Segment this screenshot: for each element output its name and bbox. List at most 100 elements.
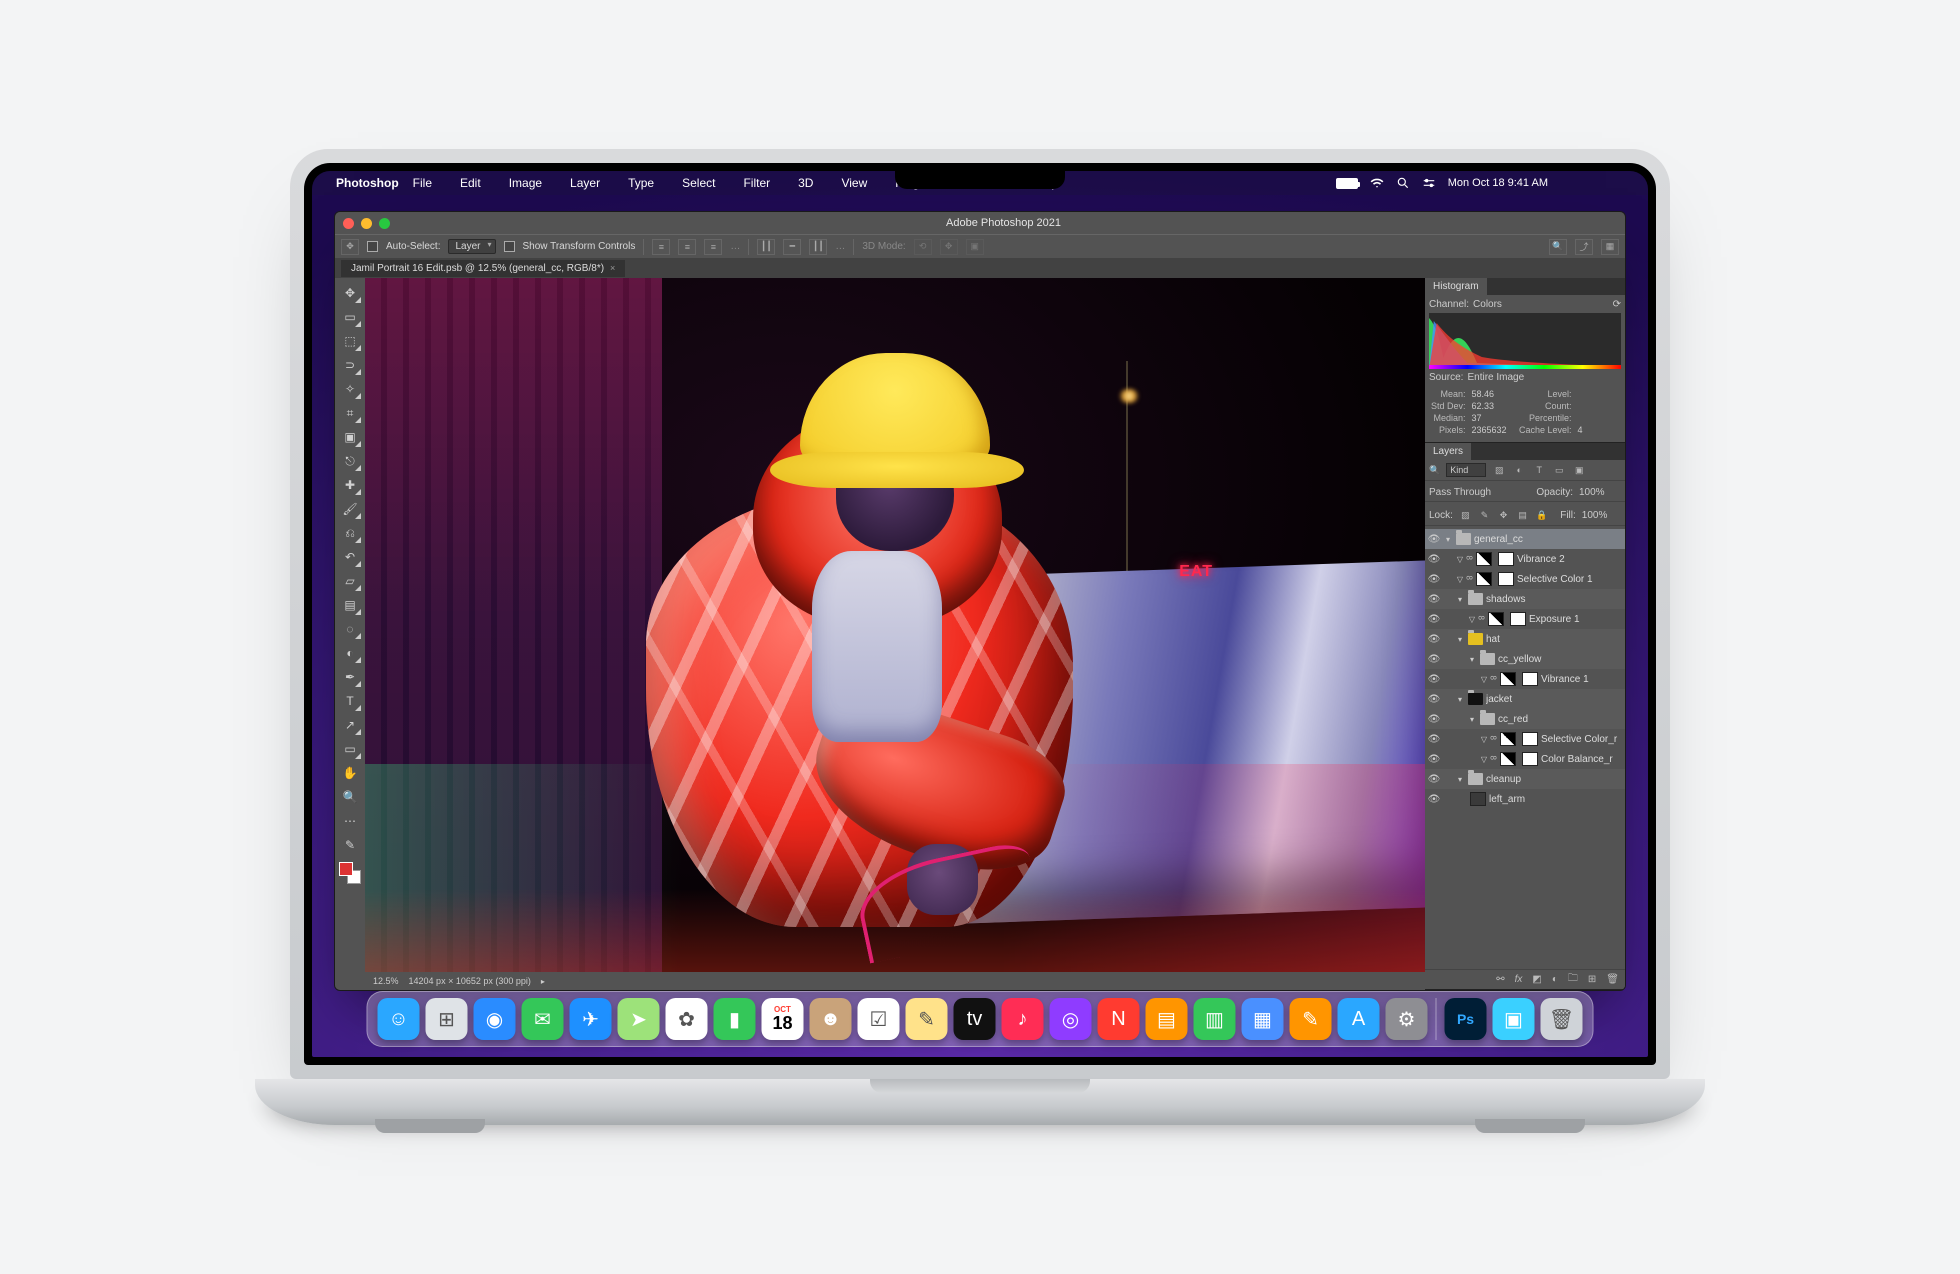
type-tool[interactable]: T xyxy=(338,690,362,712)
document-dimensions[interactable]: 14204 px × 10652 px (300 ppi) xyxy=(409,976,531,986)
layer-name[interactable]: jacket xyxy=(1486,694,1625,705)
new-adjustment-icon[interactable]: ◐ xyxy=(1552,974,1558,985)
menu-type[interactable]: Type xyxy=(628,176,654,190)
layer-name[interactable]: left_arm xyxy=(1489,794,1625,805)
dock-calendar[interactable]: OCT18 xyxy=(762,998,804,1040)
filter-shape-icon[interactable]: ▭ xyxy=(1552,463,1566,477)
adjustment-thumb[interactable] xyxy=(1500,752,1516,766)
filter-type-icon[interactable]: T xyxy=(1532,463,1546,477)
histogram-panel[interactable]: Histogram Channel: Colors ⟳ xyxy=(1425,278,1625,443)
histogram-graph[interactable] xyxy=(1429,313,1621,369)
menu-filter[interactable]: Filter xyxy=(743,176,770,190)
auto-select-mode[interactable]: Layer xyxy=(448,239,495,254)
new-layer-icon[interactable]: ⊞ xyxy=(1588,974,1596,985)
menu-select[interactable]: Select xyxy=(682,176,715,190)
layer-filter-kind[interactable]: Kind xyxy=(1446,463,1486,477)
marquee-tool[interactable]: ⬚ xyxy=(338,330,362,352)
align-right-icon[interactable]: ≡ xyxy=(704,239,722,255)
layer-name[interactable]: hat xyxy=(1486,634,1625,645)
lock-pos-icon[interactable]: ✥ xyxy=(1497,508,1510,522)
eyedrop-tool[interactable]: ⎋ xyxy=(338,450,362,472)
dock-launchpad[interactable]: ⊞ xyxy=(426,998,468,1040)
disclosure-icon[interactable]: ▾ xyxy=(1455,635,1465,644)
menu-view[interactable]: View xyxy=(841,176,867,190)
dock-facetime[interactable]: ▮ xyxy=(714,998,756,1040)
dock-safari[interactable]: ◉ xyxy=(474,998,516,1040)
brush-tool[interactable]: 🖌 xyxy=(338,498,362,520)
document-status-bar[interactable]: 12.5% 14204 px × 10652 px (300 ppi) ▸ xyxy=(365,972,1425,990)
mask-thumb[interactable] xyxy=(1522,752,1538,766)
adjustment-thumb[interactable] xyxy=(1488,612,1504,626)
disclosure-icon[interactable]: ▽ xyxy=(1479,735,1489,744)
lasso-tool[interactable]: ⊃ xyxy=(338,354,362,376)
fill-field[interactable]: 100% xyxy=(1582,510,1621,521)
layer-name[interactable]: Vibrance 2 xyxy=(1517,554,1625,565)
layers-list[interactable]: 👁▾general_cc👁▽8Vibrance 2👁▽8Selective Co… xyxy=(1425,529,1625,966)
zoom-icon[interactable] xyxy=(379,218,390,229)
zoom-level[interactable]: 12.5% xyxy=(373,976,399,986)
visibility-icon[interactable]: 👁 xyxy=(1425,534,1443,545)
layer-name[interactable]: Selective Color 1 xyxy=(1517,574,1625,585)
distribute-h-icon[interactable]: ┃┃ xyxy=(757,239,775,255)
layer-name[interactable]: Vibrance 1 xyxy=(1541,674,1625,685)
menu-layer[interactable]: Layer xyxy=(570,176,600,190)
shape-tool[interactable]: ▭ xyxy=(338,738,362,760)
gradient-tool[interactable]: ▤ xyxy=(338,594,362,616)
layer-row[interactable]: 👁▾shadows xyxy=(1425,589,1625,609)
mask-thumb[interactable] xyxy=(1498,572,1514,586)
mask-thumb[interactable] xyxy=(1510,612,1526,626)
adjustment-thumb[interactable] xyxy=(1476,572,1492,586)
visibility-icon[interactable]: 👁 xyxy=(1425,654,1443,665)
panel-dock[interactable]: Histogram Channel: Colors ⟳ xyxy=(1425,278,1625,990)
menu-file[interactable]: File xyxy=(413,176,432,190)
dock-music[interactable]: ♪ xyxy=(1002,998,1044,1040)
disclosure-icon[interactable]: ▾ xyxy=(1467,715,1477,724)
dock-downloads[interactable]: ▣ xyxy=(1493,998,1535,1040)
disclosure-icon[interactable]: ▾ xyxy=(1455,695,1465,704)
filter-pixel-icon[interactable]: ▨ xyxy=(1492,463,1506,477)
layer-row[interactable]: 👁▽8Vibrance 1 xyxy=(1425,669,1625,689)
layer-row[interactable]: 👁left_arm xyxy=(1425,789,1625,809)
link-layers-icon[interactable]: ⚯ xyxy=(1496,974,1504,985)
distribute-s-icon[interactable]: ┃┃ xyxy=(809,239,827,255)
history-tool[interactable]: ↶ xyxy=(338,546,362,568)
wand-tool[interactable]: ✧ xyxy=(338,378,362,400)
visibility-icon[interactable]: 👁 xyxy=(1425,594,1443,605)
align-left-icon[interactable]: ≡ xyxy=(652,239,670,255)
layer-row[interactable]: 👁▾general_cc xyxy=(1425,529,1625,549)
visibility-icon[interactable]: 👁 xyxy=(1425,614,1443,625)
dock-pages[interactable]: ✎ xyxy=(1290,998,1332,1040)
eraser-tool[interactable]: ▱ xyxy=(338,570,362,592)
layer-row[interactable]: 👁▾hat xyxy=(1425,629,1625,649)
layer-row[interactable]: 👁▽8Selective Color 1 xyxy=(1425,569,1625,589)
visibility-icon[interactable]: 👁 xyxy=(1425,694,1443,705)
visibility-icon[interactable]: 👁 xyxy=(1425,554,1443,565)
dock-news[interactable]: N xyxy=(1098,998,1140,1040)
heal-tool[interactable]: ✚ xyxy=(338,474,362,496)
artboard-tool[interactable]: ▭ xyxy=(338,306,362,328)
control-center-icon[interactable] xyxy=(1422,176,1436,190)
document-canvas[interactable]: EAT xyxy=(365,278,1425,972)
dock-contacts[interactable]: ☻ xyxy=(810,998,852,1040)
disclosure-icon[interactable]: ▾ xyxy=(1455,595,1465,604)
edit-tb-tool[interactable]: ✎ xyxy=(338,834,362,856)
visibility-icon[interactable]: 👁 xyxy=(1425,774,1443,785)
layer-fx-icon[interactable]: fx xyxy=(1515,974,1523,985)
layers-footer[interactable]: ⚯ fx ◩ ◐ 🗀 ⊞ 🗑 xyxy=(1425,969,1625,989)
adjustment-thumb[interactable] xyxy=(1500,732,1516,746)
mask-thumb[interactable] xyxy=(1522,672,1538,686)
auto-select-checkbox[interactable] xyxy=(367,241,378,252)
visibility-icon[interactable]: 👁 xyxy=(1425,734,1443,745)
layer-thumb[interactable] xyxy=(1470,792,1486,806)
adjustment-thumb[interactable] xyxy=(1500,672,1516,686)
layer-name[interactable]: Color Balance_r xyxy=(1541,754,1625,765)
layer-name[interactable]: cleanup xyxy=(1486,774,1625,785)
layer-row[interactable]: 👁▽8Exposure 1 xyxy=(1425,609,1625,629)
histogram-tab[interactable]: Histogram xyxy=(1425,278,1487,295)
disclosure-icon[interactable]: ▽ xyxy=(1479,675,1489,684)
layer-name[interactable]: general_cc xyxy=(1474,534,1625,545)
pen-tool[interactable]: ✒ xyxy=(338,666,362,688)
dock-system-settings[interactable]: ⚙ xyxy=(1386,998,1428,1040)
layers-panel[interactable]: Layers 🔍 Kind ▨ ◐ T ▭ ▣ xyxy=(1425,443,1625,990)
disclosure-icon[interactable]: ▽ xyxy=(1455,575,1465,584)
